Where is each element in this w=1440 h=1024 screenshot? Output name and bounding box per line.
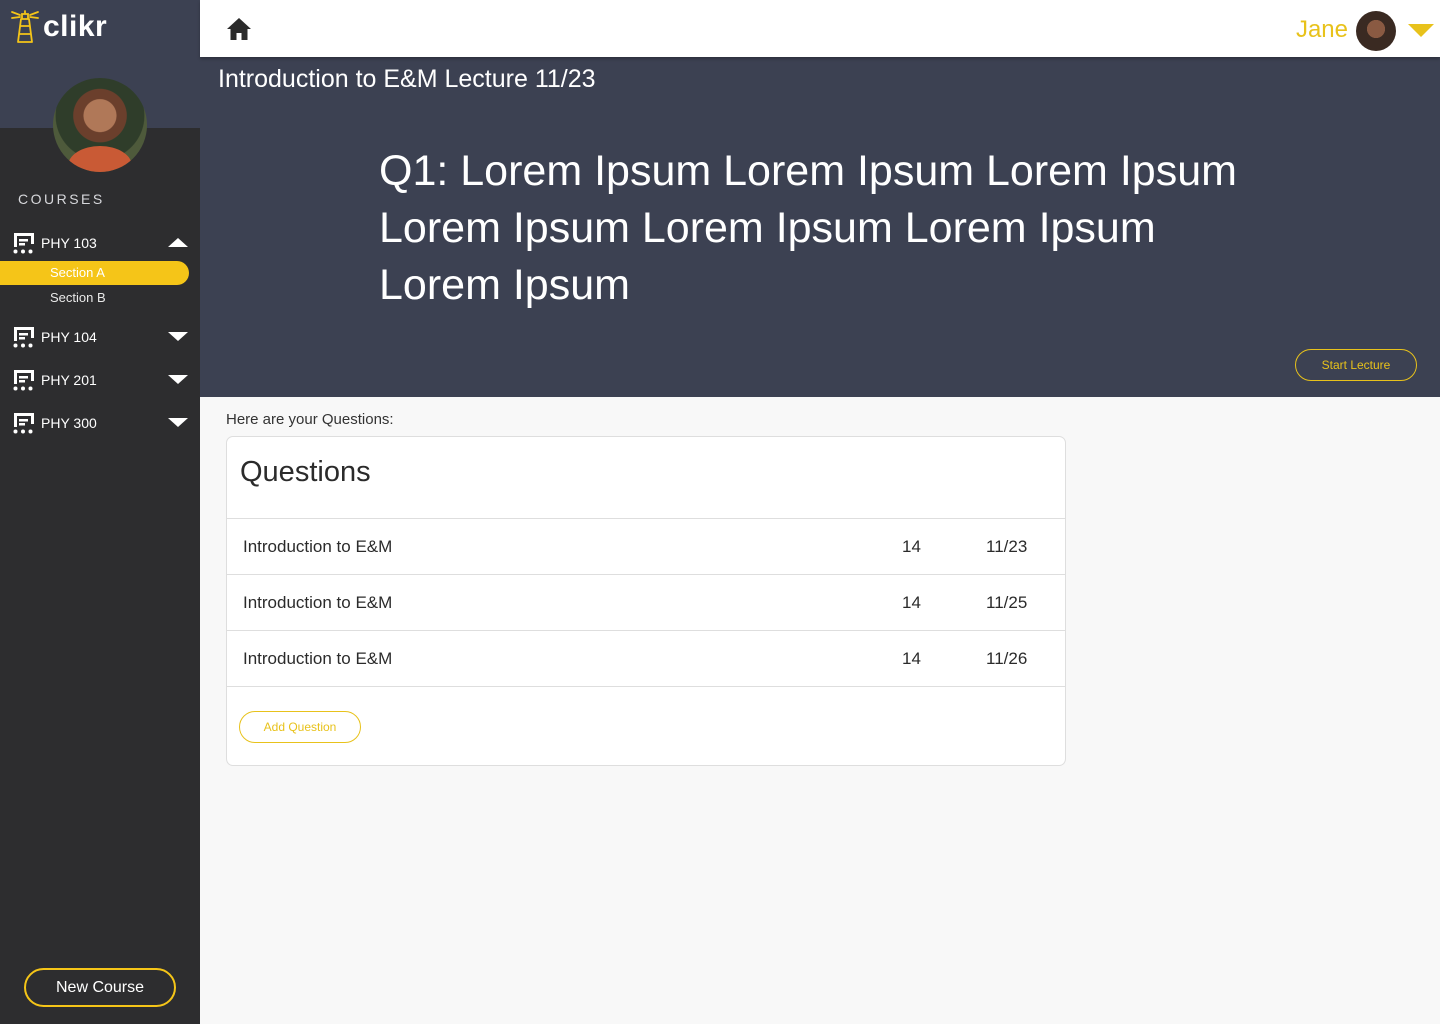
section-item-a[interactable]: Section A — [0, 261, 189, 285]
chevron-down-icon[interactable] — [168, 332, 188, 341]
question-date: 11/26 — [986, 649, 1028, 668]
question-name: Introduction to E&M — [243, 593, 393, 612]
lecture-hero: Introduction to E&M Lecture 11/23 Q1: Lo… — [200, 57, 1440, 397]
chevron-down-icon[interactable] — [1408, 24, 1434, 37]
lighthouse-icon — [11, 10, 39, 43]
chevron-up-icon[interactable] — [168, 238, 188, 247]
question-row[interactable]: Introduction to E&M 14 11/25 — [227, 574, 1065, 630]
sidebar: clikr COURSES PHY 103 Section A Section … — [0, 0, 200, 1024]
course-label: PHY 201 — [41, 372, 97, 388]
user-avatar[interactable] — [1356, 11, 1396, 51]
start-lecture-button[interactable]: Start Lecture — [1295, 349, 1417, 381]
current-question-text: Q1: Lorem Ipsum Lorem Ipsum Lorem Ipsum … — [379, 147, 1237, 309]
app-logo[interactable]: clikr — [10, 10, 107, 44]
question-date: 11/25 — [986, 593, 1028, 612]
questions-card: Questions Introduction to E&M 14 11/23 I… — [226, 436, 1066, 766]
presentation-icon — [13, 233, 34, 254]
chevron-down-icon[interactable] — [168, 418, 188, 427]
question-count: 14 — [902, 537, 921, 556]
chevron-down-icon[interactable] — [168, 375, 188, 384]
course-item-phy-300[interactable]: PHY 300 — [0, 408, 200, 438]
question-name: Introduction to E&M — [243, 649, 393, 668]
presentation-icon — [13, 327, 34, 348]
question-count: 14 — [902, 593, 921, 612]
lecture-title: Introduction to E&M Lecture 11/23 — [218, 65, 596, 93]
question-date: 11/23 — [986, 537, 1028, 556]
course-label: PHY 103 — [41, 235, 97, 251]
presentation-icon — [13, 413, 34, 434]
question-row[interactable]: Introduction to E&M 14 11/26 — [227, 630, 1065, 686]
course-item-phy-104[interactable]: PHY 104 — [0, 322, 200, 352]
question-name: Introduction to E&M — [243, 537, 393, 556]
course-item-phy-201[interactable]: PHY 201 — [0, 365, 200, 395]
course-label: PHY 104 — [41, 329, 97, 345]
card-title: Questions — [240, 456, 371, 488]
profile-avatar[interactable] — [53, 78, 147, 172]
section-label: Section B — [50, 290, 106, 305]
question-row[interactable]: Introduction to E&M 14 11/23 — [227, 518, 1065, 574]
divider — [227, 686, 1065, 687]
courses-heading: COURSES — [18, 191, 105, 207]
presentation-icon — [13, 370, 34, 391]
new-course-button[interactable]: New Course — [24, 968, 176, 1007]
course-label: PHY 300 — [41, 415, 97, 431]
question-count: 14 — [902, 649, 921, 668]
user-name[interactable]: Jane — [1296, 16, 1348, 44]
logo-text: clikr — [43, 10, 108, 43]
section-item-b[interactable]: Section B — [0, 286, 189, 310]
add-question-button[interactable]: Add Question — [239, 711, 361, 743]
section-label: Section A — [50, 265, 105, 280]
home-icon[interactable] — [226, 17, 252, 41]
course-item-phy-103[interactable]: PHY 103 — [0, 228, 200, 258]
questions-intro: Here are your Questions: — [226, 411, 394, 428]
top-bar: Jane — [200, 0, 1440, 57]
